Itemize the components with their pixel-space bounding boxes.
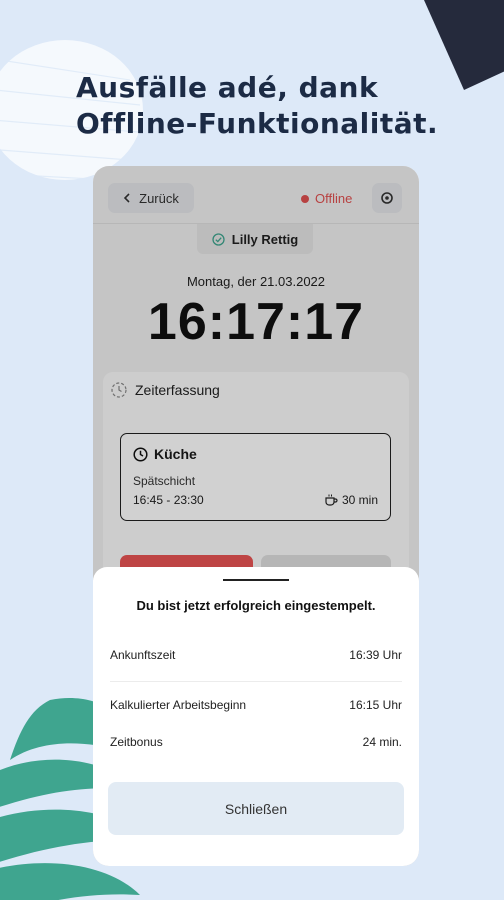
close-button[interactable]: Schließen	[108, 782, 404, 835]
row-value: 16:15 Uhr	[349, 698, 402, 712]
confirmation-sheet: Du bist jetzt erfolgreich eingestempelt.…	[93, 567, 419, 866]
arrival-time-row: Ankunftszeit 16:39 Uhr	[110, 648, 402, 662]
time-bonus-row: Zeitbonus 24 min.	[110, 735, 402, 749]
headline-line-1: Ausfälle adé, dank	[76, 71, 379, 104]
sheet-title: Du bist jetzt erfolgreich eingestempelt.	[136, 598, 376, 613]
marketing-headline: Ausfälle adé, dank Offline-Funktionalitä…	[76, 70, 476, 142]
row-value: 16:39 Uhr	[349, 648, 402, 662]
row-label: Zeitbonus	[110, 735, 163, 749]
divider	[110, 681, 402, 682]
phone-screen: Zurück Offline Lilly Rettig Montag, der …	[93, 166, 419, 866]
calculated-start-row: Kalkulierter Arbeitsbeginn 16:15 Uhr	[110, 698, 402, 712]
row-value: 24 min.	[362, 735, 402, 749]
row-label: Kalkulierter Arbeitsbeginn	[110, 698, 247, 712]
headline-line-2: Offline-Funktionalität.	[76, 107, 439, 140]
sheet-handle[interactable]	[223, 579, 289, 581]
row-label: Ankunftszeit	[110, 648, 176, 662]
